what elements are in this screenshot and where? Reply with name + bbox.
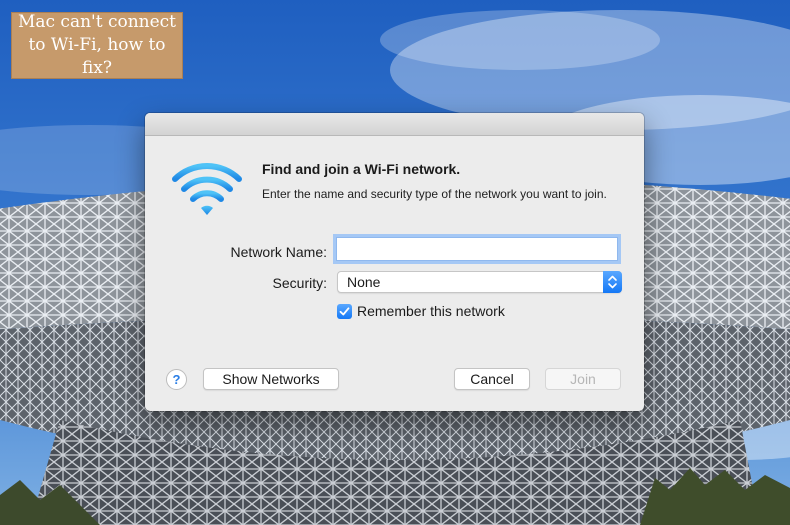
join-wifi-dialog: Find and join a Wi-Fi network. Enter the… xyxy=(145,113,644,411)
dialog-titlebar[interactable] xyxy=(145,113,644,136)
network-name-label: Network Name: xyxy=(230,244,327,260)
security-select[interactable]: None xyxy=(337,271,622,293)
checkmark-icon xyxy=(339,307,350,316)
cancel-button[interactable]: Cancel xyxy=(454,368,530,390)
dialog-heading: Find and join a Wi-Fi network. xyxy=(262,161,461,177)
security-select-value: None xyxy=(347,274,381,290)
caption-line-1: Mac can't connect xyxy=(17,12,177,32)
show-networks-button[interactable]: Show Networks xyxy=(203,368,339,390)
remember-network-label[interactable]: Remember this network xyxy=(357,303,505,319)
dialog-description: Enter the name and security type of the … xyxy=(262,187,607,201)
up-down-chevron-icon[interactable] xyxy=(603,271,622,293)
remember-network-checkbox[interactable] xyxy=(337,304,352,319)
caption-line-2: to Wi-Fi, how to fix? xyxy=(28,35,166,78)
join-button[interactable]: Join xyxy=(545,368,621,390)
wifi-icon xyxy=(172,163,242,215)
caption-overlay: Mac can't connect to Wi-Fi, how to fix? xyxy=(11,12,183,79)
security-label: Security: xyxy=(272,275,327,291)
network-name-input[interactable] xyxy=(336,237,618,261)
help-button[interactable]: ? xyxy=(166,369,187,390)
